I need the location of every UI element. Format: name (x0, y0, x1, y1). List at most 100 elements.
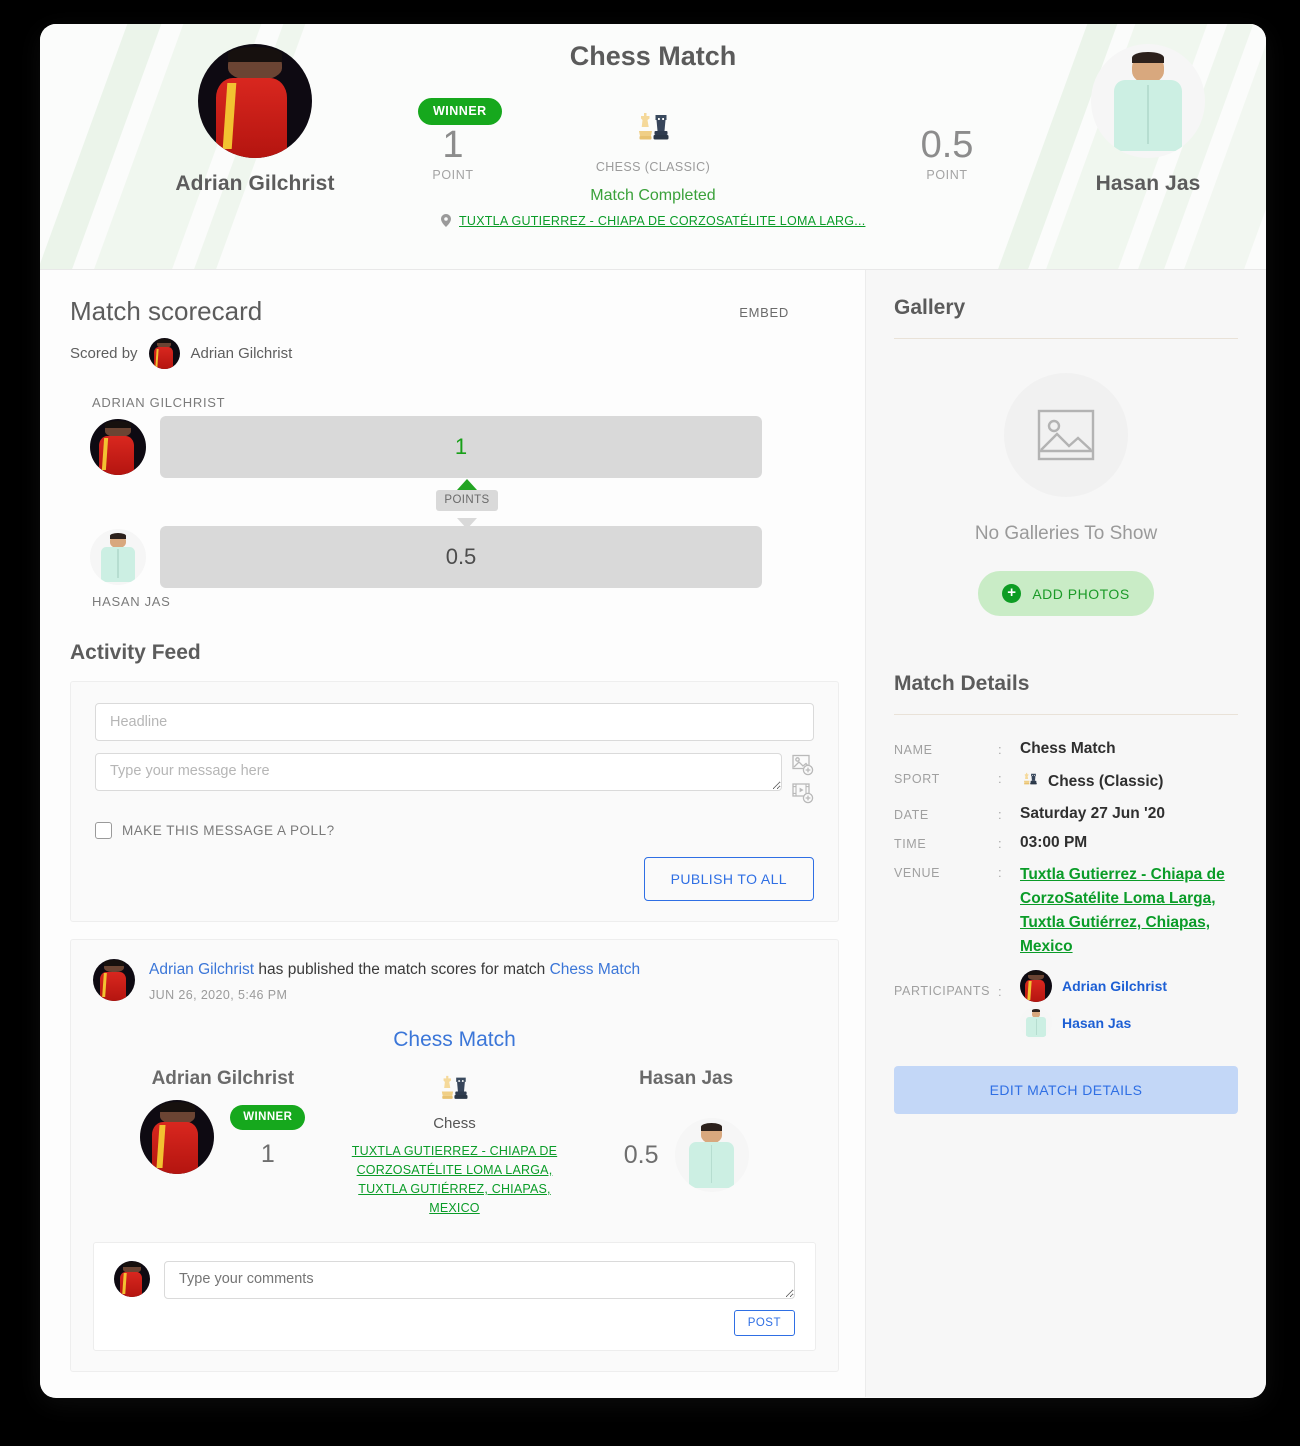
detail-key: NAME (894, 743, 933, 757)
poll-toggle-row[interactable]: MAKE THIS MESSAGE A POLL? (95, 822, 814, 839)
image-placeholder-icon (1004, 373, 1128, 497)
add-video-icon[interactable] (792, 782, 814, 804)
plus-icon: + (1002, 584, 1022, 603)
match-header-banner: Adrian Gilchrist Chess Match CHESS (CLAS… (40, 24, 1266, 270)
header-venue-link[interactable]: TUXTLA GUTIERREZ - CHIAPA DE CORZOSATÉLI… (459, 214, 865, 228)
participant-name[interactable]: Hasan Jas (1062, 1015, 1131, 1031)
gallery-empty-state: No Galleries To Show + ADD PHOTOS (894, 339, 1238, 626)
participant-name[interactable]: Adrian Gilchrist (1062, 978, 1167, 994)
detail-value-name: Chess Match (1020, 740, 1116, 757)
points-divider: POINTS (166, 479, 768, 529)
post-match-link[interactable]: Chess Match (550, 961, 640, 978)
message-textarea[interactable] (95, 753, 782, 791)
post-right-name: Hasan Jas (639, 1068, 734, 1089)
scorecard-row-left: 1 (90, 416, 839, 478)
post-timestamp: JUN 26, 2020, 5:46 PM (149, 988, 288, 1002)
feed-post: Adrian Gilchrist has published the match… (70, 939, 839, 1372)
points-pill-label: POINTS (436, 490, 498, 511)
post-sport-name: Chess (433, 1115, 476, 1132)
header-score-left: 1 POINT (378, 124, 528, 182)
scored-by-name[interactable]: Adrian Gilchrist (191, 345, 293, 362)
embed-button[interactable]: EMBED (739, 305, 789, 320)
scorecard-row-right: 0.5 (90, 526, 839, 588)
detail-row-participants: PARTICIPANTS : Adrian Gilchrist Hasan Ja… (894, 959, 1238, 1044)
triangle-down-icon (457, 518, 477, 529)
post-score-grid: Adrian Gilchrist WINNER 1 Chess TUXTLA G… (93, 1068, 816, 1218)
post-venue-link[interactable]: TUXTLA GUTIERREZ - CHIAPA DE CORZOSATÉLI… (349, 1142, 559, 1218)
post-author-link[interactable]: Adrian Gilchrist (149, 961, 254, 978)
post-comment-button[interactable]: POST (733, 1310, 795, 1336)
scorecard-header: Match scorecard EMBED (70, 296, 839, 327)
activity-composer: MAKE THIS MESSAGE A POLL? PUBLISH TO ALL (70, 681, 839, 922)
header-venue[interactable]: TUXTLA GUTIERREZ - CHIAPA DE CORZOSATÉLI… (40, 214, 1266, 230)
post-text: Adrian Gilchrist has published the match… (149, 959, 640, 981)
detail-value-time: 03:00 PM (1020, 834, 1088, 851)
participant-item[interactable]: Hasan Jas (1020, 1007, 1167, 1039)
post-center-sport: Chess TUXTLA GUTIERREZ - CHIAPA DE CORZO… (339, 1068, 571, 1218)
scorecard-left-label: ADRIAN GILCHRIST (92, 395, 226, 410)
detail-row-date: DATE : Saturday 27 Jun '20 (894, 805, 1165, 822)
comment-box: POST (93, 1242, 816, 1351)
score-right-caption: POINT (926, 168, 968, 182)
scorecard-title: Match scorecard (70, 296, 263, 326)
headline-input[interactable] (95, 703, 814, 741)
header-score-right: 0.5 POINT (872, 124, 1022, 182)
winner-badge: WINNER (418, 98, 502, 125)
detail-value-venue[interactable]: Tuxtla Gutierrez - Chiapa de CorzoSatéli… (1020, 863, 1238, 959)
avatar (674, 1118, 749, 1192)
page-root: Adrian Gilchrist Chess Match CHESS (CLAS… (0, 0, 1300, 1446)
avatar (93, 959, 135, 1001)
participant-item[interactable]: Adrian Gilchrist (1020, 970, 1167, 1002)
poll-label: MAKE THIS MESSAGE A POLL? (122, 823, 335, 838)
player-right-name: Hasan Jas (1095, 172, 1201, 195)
scorecard-right-label: HASAN JAS (92, 594, 171, 609)
triangle-up-icon (457, 479, 477, 490)
add-image-icon[interactable] (792, 754, 814, 776)
gallery-empty-text: No Galleries To Show (974, 523, 1158, 544)
detail-row-name: NAME : Chess Match (894, 740, 1116, 757)
activity-feed-title: Activity Feed (70, 641, 201, 664)
detail-key: VENUE (894, 866, 941, 880)
divider (894, 714, 1238, 715)
match-details-section: Match Details NAME : Chess Match SPORT : (894, 672, 1238, 1114)
post-text-middle: has published the match scores for match (254, 961, 550, 978)
publish-to-all-button[interactable]: PUBLISH TO ALL (643, 857, 814, 901)
detail-key: SPORT (894, 772, 940, 786)
post-right-score: 0.5 (623, 1140, 659, 1169)
post-player-right: Hasan Jas 0.5 (570, 1068, 802, 1192)
detail-key: TIME (894, 837, 927, 851)
content-body: Match scorecard EMBED Scored by Adrian G… (40, 270, 1266, 1397)
avatar (1020, 1007, 1052, 1039)
avatar (1091, 44, 1205, 158)
poll-checkbox[interactable] (95, 822, 112, 839)
post-winner-badge: WINNER (230, 1105, 306, 1130)
detail-key: PARTICIPANTS (894, 984, 991, 998)
comment-input[interactable] (164, 1261, 795, 1299)
add-photos-button[interactable]: + ADD PHOTOS (978, 571, 1154, 616)
edit-match-details-button[interactable]: EDIT MATCH DETAILS (894, 1066, 1238, 1114)
scorecard-rows: ADRIAN GILCHRIST 1 POINTS 0.5 HASAN JAS (70, 395, 839, 609)
detail-value-sport: Chess (Classic) (1048, 772, 1164, 790)
scored-by-label: Scored by (70, 345, 138, 362)
match-details-title: Match Details (894, 672, 1030, 695)
detail-row-venue: VENUE : Tuxtla Gutierrez - Chiapa de Cor… (894, 852, 1238, 959)
detail-value-date: Saturday 27 Jun '20 (1020, 805, 1165, 822)
location-pin-icon (440, 214, 451, 230)
sidebar: Gallery No Galleries To Show + ADD PHOTO… (865, 270, 1266, 1397)
avatar (90, 419, 146, 475)
avatar (1020, 970, 1052, 1002)
detail-row-sport: SPORT : Chess (Classic) (894, 758, 1238, 794)
header-player-right[interactable]: Hasan Jas (1033, 44, 1263, 196)
gallery-title: Gallery (894, 296, 966, 319)
post-card-title[interactable]: Chess Match (93, 1028, 816, 1052)
post-left-name: Adrian Gilchrist (151, 1068, 295, 1089)
score-left-caption: POINT (432, 168, 474, 182)
detail-row-time: TIME : 03:00 PM (894, 834, 1088, 851)
detail-key: DATE (894, 808, 929, 822)
sport-chess-icon (1020, 769, 1040, 794)
avatar (140, 1100, 215, 1174)
scored-by: Scored by Adrian Gilchrist (70, 338, 839, 369)
score-bar-left: 1 (160, 416, 762, 478)
score-left-value: 1 (442, 124, 464, 166)
sport-chess-icon (434, 1075, 474, 1112)
